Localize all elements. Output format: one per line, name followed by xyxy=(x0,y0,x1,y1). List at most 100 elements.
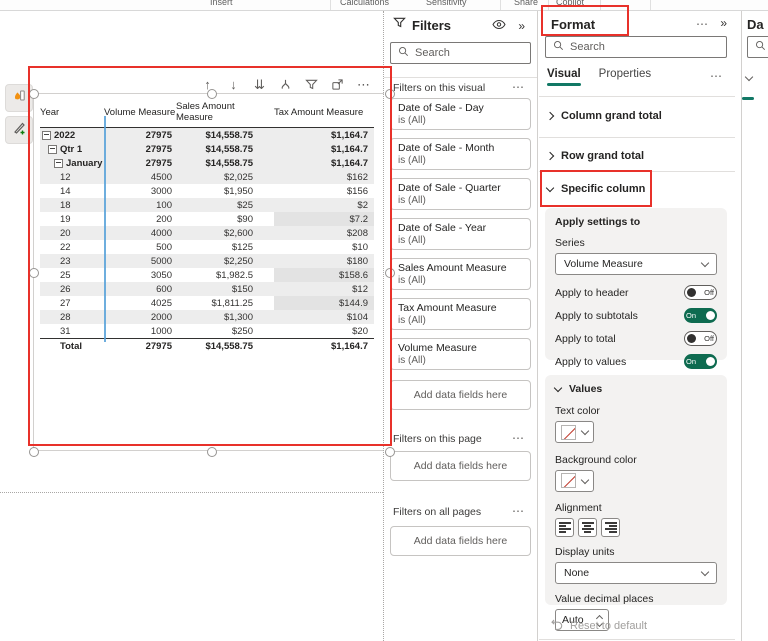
matrix-cell-tax[interactable]: $1,164.7 xyxy=(274,142,374,156)
format-visual-button[interactable] xyxy=(5,116,33,144)
matrix-cell-sales[interactable]: $1,811.25 xyxy=(176,296,274,310)
report-canvas[interactable]: ↑ ↓ ⇊ ⋯ Year Volume Measure Sales Amount Me… xyxy=(0,11,395,641)
filter-card[interactable]: Date of Sale - Day is (All) xyxy=(390,98,531,130)
column-header-volume[interactable]: Volume Measure xyxy=(104,98,176,128)
display-units-dropdown[interactable]: None xyxy=(555,562,717,584)
filters-search-input[interactable]: Search xyxy=(390,42,531,64)
ribbon-tab-fragment[interactable]: Insert xyxy=(210,0,233,7)
ribbon-tab-fragment[interactable]: Sensitivity xyxy=(426,0,467,7)
matrix-cell-volume[interactable]: 4025 xyxy=(104,296,176,310)
matrix-cell-sales[interactable]: $2,025 xyxy=(176,170,274,184)
matrix-cell-tax[interactable]: $104 xyxy=(274,310,374,324)
matrix-cell-sales[interactable]: $1,982.5 xyxy=(176,268,274,282)
filter-card[interactable]: Sales Amount Measure is (All) xyxy=(390,258,531,290)
filter-card[interactable]: Date of Sale - Month is (All) xyxy=(390,138,531,170)
background-color-picker[interactable] xyxy=(555,469,594,492)
resize-handle-e[interactable] xyxy=(385,268,395,278)
matrix-row[interactable]: 26 600 $150 $12 xyxy=(40,282,374,296)
matrix-cell-tax[interactable]: $162 xyxy=(274,170,374,184)
matrix-row[interactable]: 20 4000 $2,600 $208 xyxy=(40,226,374,240)
filter-card[interactable]: Date of Sale - Quarter is (All) xyxy=(390,178,531,210)
matrix-cell-volume[interactable]: 600 xyxy=(104,282,176,296)
matrix-cell-volume[interactable]: 4500 xyxy=(104,170,176,184)
matrix-cell-volume[interactable]: 3050 xyxy=(104,268,176,282)
eye-icon[interactable] xyxy=(492,17,506,35)
matrix-cell-tax[interactable]: $144.9 xyxy=(274,296,374,310)
resize-handle-ne[interactable] xyxy=(385,89,395,99)
column-header-sales[interactable]: Sales Amount Measure xyxy=(176,98,274,128)
matrix-cell-volume[interactable]: 1000 xyxy=(104,324,176,339)
format-pane-more-icon[interactable]: ⋯ xyxy=(696,17,709,31)
matrix-cell-sales[interactable]: $2,600 xyxy=(176,226,274,240)
matrix-cell-volume[interactable]: 4000 xyxy=(104,226,176,240)
matrix-cell-sales[interactable]: $1,300 xyxy=(176,310,274,324)
filter-card[interactable]: Volume Measure is (All) xyxy=(390,338,531,370)
filters-on-page-more-icon[interactable]: ⋯ xyxy=(512,431,525,445)
matrix-cell-sales[interactable]: $25 xyxy=(176,198,274,212)
column-header-year[interactable]: Year xyxy=(40,98,104,128)
matrix-cell-sales[interactable]: $2,250 xyxy=(176,254,274,268)
matrix-row[interactable]: 19 200 $90 $7.2 xyxy=(40,212,374,226)
matrix-cell-sales[interactable]: $90 xyxy=(176,212,274,226)
matrix-cell-volume[interactable]: 2000 xyxy=(104,310,176,324)
matrix-row[interactable]: 25 3050 $1,982.5 $158.6 xyxy=(40,268,374,282)
resize-handle-s[interactable] xyxy=(207,447,217,457)
filter-card[interactable]: Tax Amount Measure is (All) xyxy=(390,298,531,330)
matrix-row[interactable]: 2022 27975 $14,558.75 $1,164.7 xyxy=(40,127,374,142)
expand-all-down-icon[interactable]: ⇊ xyxy=(252,77,267,92)
matrix-cell-sales[interactable]: $150 xyxy=(176,282,274,296)
matrix-cell-tax[interactable]: $12 xyxy=(274,282,374,296)
matrix-cell-tax[interactable]: $2 xyxy=(274,198,374,212)
more-options-icon[interactable]: ⋯ xyxy=(356,77,371,92)
matrix-header-row[interactable]: Year Volume Measure Sales Amount Measure… xyxy=(40,98,374,128)
matrix-cell-sales[interactable]: $14,558.75 xyxy=(176,156,274,170)
add-data-fields-page[interactable]: Add data fields here xyxy=(390,451,531,481)
matrix-cell-volume[interactable]: 3000 xyxy=(104,184,176,198)
resize-handle-sw[interactable] xyxy=(29,447,39,457)
tab-properties[interactable]: Properties xyxy=(599,68,651,80)
toggle-switch[interactable]: On xyxy=(684,308,717,323)
matrix-row[interactable]: 12 4500 $2,025 $162 xyxy=(40,170,374,184)
matrix-cell-tax[interactable]: $156 xyxy=(274,184,374,198)
resize-handle-n[interactable] xyxy=(207,89,217,99)
matrix-cell-tax[interactable]: $20 xyxy=(274,324,374,339)
matrix-cell-volume[interactable]: 27975 xyxy=(104,338,176,353)
reset-to-default-button[interactable]: Reset to default xyxy=(551,618,647,633)
matrix-cell-volume[interactable]: 100 xyxy=(104,198,176,212)
matrix-cell-sales[interactable]: $14,558.75 xyxy=(176,142,274,156)
matrix-cell-sales[interactable]: $125 xyxy=(176,240,274,254)
resize-handle-w[interactable] xyxy=(29,268,39,278)
matrix-row[interactable]: 22 500 $125 $10 xyxy=(40,240,374,254)
matrix-row[interactable]: 28 2000 $1,300 $104 xyxy=(40,310,374,324)
matrix-cell-tax[interactable]: $1,164.7 xyxy=(274,338,374,353)
matrix-cell-tax[interactable]: $180 xyxy=(274,254,374,268)
ribbon-tab-fragment[interactable]: Copilot xyxy=(556,0,584,7)
matrix-cell-tax[interactable]: $7.2 xyxy=(274,212,374,226)
matrix-cell-volume[interactable]: 5000 xyxy=(104,254,176,268)
align-right-button[interactable] xyxy=(601,518,620,537)
add-data-fields-all-pages[interactable]: Add data fields here xyxy=(390,526,531,556)
series-dropdown[interactable]: Volume Measure xyxy=(555,253,717,275)
matrix-row[interactable]: 31 1000 $250 $20 xyxy=(40,324,374,339)
matrix-row[interactable]: Total 27975 $14,558.75 $1,164.7 xyxy=(40,338,374,353)
collapse-minus-icon[interactable] xyxy=(42,130,51,140)
add-data-fields-visual[interactable]: Add data fields here xyxy=(390,380,531,410)
matrix-cell-volume[interactable]: 500 xyxy=(104,240,176,254)
format-search-input[interactable]: Search xyxy=(545,36,727,58)
matrix-cell-volume[interactable]: 27975 xyxy=(104,127,176,142)
drill-down-icon[interactable]: ↓ xyxy=(226,77,241,92)
matrix-row[interactable]: Qtr 1 27975 $14,558.75 $1,164.7 xyxy=(40,142,374,156)
filters-all-pages-more-icon[interactable]: ⋯ xyxy=(512,504,525,518)
matrix-row[interactable]: 14 3000 $1,950 $156 xyxy=(40,184,374,198)
section-specific-column[interactable]: Specific column xyxy=(545,183,645,195)
matrix-visual[interactable]: Year Volume Measure Sales Amount Measure… xyxy=(33,93,389,451)
matrix-cell-sales[interactable]: $14,558.75 xyxy=(176,127,274,142)
data-pane-search-input[interactable] xyxy=(747,36,768,58)
drill-mode-icon[interactable] xyxy=(278,77,293,92)
matrix-cell-tax[interactable]: $1,164.7 xyxy=(274,127,374,142)
matrix-row[interactable]: 18 100 $25 $2 xyxy=(40,198,374,212)
matrix-cell-sales[interactable]: $1,950 xyxy=(176,184,274,198)
chevron-down-icon[interactable] xyxy=(744,67,754,85)
matrix-cell-tax[interactable]: $208 xyxy=(274,226,374,240)
filter-card[interactable]: Date of Sale - Year is (All) xyxy=(390,218,531,250)
